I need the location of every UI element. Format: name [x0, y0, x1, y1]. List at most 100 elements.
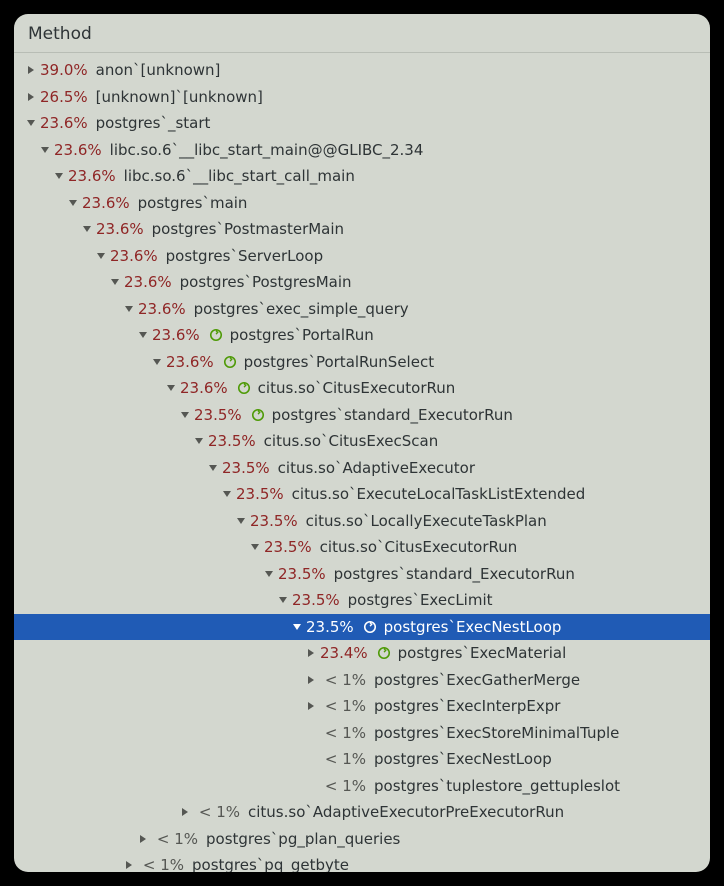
chevron-right-icon[interactable] [304, 702, 318, 710]
percent-value: 23.5% [278, 565, 334, 583]
percent-value: < 1% [320, 724, 374, 742]
tree-row[interactable]: 23.6%postgres`main [14, 190, 710, 217]
tree-row[interactable]: 23.5% postgres`ExecNestLoop [14, 614, 710, 641]
chevron-down-icon[interactable] [220, 490, 234, 498]
chevron-down-icon[interactable] [38, 146, 52, 154]
percent-value: 23.6% [124, 273, 180, 291]
method-label: [unknown]`[unknown] [96, 88, 263, 106]
tree-row[interactable]: < 1%postgres`ExecNestLoop [14, 746, 710, 773]
method-label: postgres`ExecInterpExpr [374, 697, 560, 715]
tree-row[interactable]: < 1%postgres`ExecInterpExpr [14, 693, 710, 720]
tree-row[interactable]: 39.0%anon`[unknown] [14, 57, 710, 84]
chevron-down-icon[interactable] [234, 517, 248, 525]
tree-row[interactable]: 23.6%postgres`PostmasterMain [14, 216, 710, 243]
method-label: postgres`standard_ExecutorRun [272, 406, 513, 424]
tree-row[interactable]: 23.5%citus.so`AdaptiveExecutor [14, 455, 710, 482]
method-label: citus.so`ExecuteLocalTaskListExtended [292, 485, 586, 503]
chevron-down-icon[interactable] [66, 199, 80, 207]
percent-value: 23.6% [82, 194, 138, 212]
percent-value: 23.5% [306, 618, 362, 636]
chevron-down-icon[interactable] [192, 437, 206, 445]
percent-value: 23.6% [54, 141, 110, 159]
method-label: postgres`ExecNestLoop [384, 618, 562, 636]
method-label: postgres`tuplestore_gettupleslot [374, 777, 620, 795]
chevron-right-icon[interactable] [304, 649, 318, 657]
tree-row[interactable]: < 1%postgres`ExecGatherMerge [14, 667, 710, 694]
method-label: citus.so`CitusExecutorRun [258, 379, 456, 397]
percent-value: 39.0% [40, 61, 96, 79]
tree-row[interactable]: 23.6%postgres`exec_simple_query [14, 296, 710, 323]
column-header[interactable]: Method [14, 14, 710, 53]
chevron-down-icon[interactable] [164, 384, 178, 392]
method-label: postgres`main [138, 194, 248, 212]
tree-row[interactable]: 23.6%postgres`_start [14, 110, 710, 137]
chevron-down-icon[interactable] [206, 464, 220, 472]
recursive-icon [362, 619, 378, 635]
chevron-down-icon[interactable] [52, 172, 66, 180]
chevron-down-icon[interactable] [136, 331, 150, 339]
chevron-right-icon[interactable] [24, 93, 38, 101]
method-label: postgres`ExecNestLoop [374, 750, 552, 768]
tree-row[interactable]: 23.6%postgres`ServerLoop [14, 243, 710, 270]
tree-row[interactable]: 23.5%postgres`ExecLimit [14, 587, 710, 614]
percent-value: 23.6% [110, 247, 166, 265]
tree-row[interactable]: < 1%postgres`tuplestore_gettupleslot [14, 773, 710, 800]
chevron-down-icon[interactable] [262, 570, 276, 578]
chevron-down-icon[interactable] [150, 358, 164, 366]
chevron-down-icon[interactable] [24, 119, 38, 127]
tree-row[interactable]: < 1%citus.so`AdaptiveExecutorPreExecutor… [14, 799, 710, 826]
tree-row[interactable]: 23.4% postgres`ExecMaterial [14, 640, 710, 667]
tree-row[interactable]: 23.5%citus.so`ExecuteLocalTaskListExtend… [14, 481, 710, 508]
chevron-right-icon[interactable] [304, 676, 318, 684]
tree-row[interactable]: 23.6%libc.so.6`__libc_start_call_main [14, 163, 710, 190]
method-label: postgres`PostmasterMain [152, 220, 344, 238]
tree-row[interactable]: 23.6%postgres`PostgresMain [14, 269, 710, 296]
percent-value: < 1% [320, 777, 374, 795]
tree-row[interactable]: < 1%postgres`ExecStoreMinimalTuple [14, 720, 710, 747]
percent-value: 23.5% [292, 591, 348, 609]
method-label: postgres`ServerLoop [166, 247, 323, 265]
method-label: postgres`ExecLimit [348, 591, 493, 609]
recursive-icon [376, 645, 392, 661]
tree-row[interactable]: 23.5% postgres`standard_ExecutorRun [14, 402, 710, 429]
chevron-down-icon[interactable] [80, 225, 94, 233]
tree-row[interactable]: 23.5%postgres`standard_ExecutorRun [14, 561, 710, 588]
percent-value: < 1% [194, 803, 248, 821]
chevron-down-icon[interactable] [276, 596, 290, 604]
method-label: postgres`ExecStoreMinimalTuple [374, 724, 619, 742]
tree-row[interactable]: 23.6% postgres`PortalRunSelect [14, 349, 710, 376]
chevron-right-icon[interactable] [24, 66, 38, 74]
percent-value: < 1% [320, 750, 374, 768]
chevron-down-icon[interactable] [178, 411, 192, 419]
percent-value: < 1% [320, 697, 374, 715]
tree-row[interactable]: 23.5%citus.so`CitusExecutorRun [14, 534, 710, 561]
tree-row[interactable]: 26.5%[unknown]`[unknown] [14, 84, 710, 111]
header-title: Method [28, 24, 92, 44]
tree-row[interactable]: 23.5%citus.so`LocallyExecuteTaskPlan [14, 508, 710, 535]
method-label: citus.so`AdaptiveExecutor [278, 459, 475, 477]
chevron-down-icon[interactable] [122, 305, 136, 313]
percent-value: 23.6% [138, 300, 194, 318]
percent-value: 23.6% [68, 167, 124, 185]
tree-row[interactable]: 23.6%libc.so.6`__libc_start_main@@GLIBC_… [14, 137, 710, 164]
tree-row[interactable]: 23.5%citus.so`CitusExecScan [14, 428, 710, 455]
call-tree[interactable]: 39.0%anon`[unknown]26.5%[unknown]`[unkno… [14, 53, 710, 872]
method-label: postgres`exec_simple_query [194, 300, 409, 318]
chevron-right-icon[interactable] [178, 808, 192, 816]
percent-value: 23.4% [320, 644, 376, 662]
tree-row[interactable]: < 1%postgres`pg_plan_queries [14, 826, 710, 853]
tree-row[interactable]: 23.6% postgres`PortalRun [14, 322, 710, 349]
method-label: libc.so.6`__libc_start_main@@GLIBC_2.34 [110, 141, 424, 159]
chevron-down-icon[interactable] [94, 252, 108, 260]
chevron-right-icon[interactable] [122, 861, 136, 869]
chevron-down-icon[interactable] [248, 543, 262, 551]
method-label: postgres`ExecGatherMerge [374, 671, 580, 689]
chevron-right-icon[interactable] [136, 835, 150, 843]
tree-row[interactable]: 23.6% citus.so`CitusExecutorRun [14, 375, 710, 402]
method-label: libc.so.6`__libc_start_call_main [124, 167, 355, 185]
method-label: citus.so`CitusExecScan [264, 432, 439, 450]
chevron-down-icon[interactable] [108, 278, 122, 286]
chevron-down-icon[interactable] [290, 623, 304, 631]
tree-row[interactable]: < 1%postgres`pq_getbyte [14, 852, 710, 872]
percent-value: 23.5% [250, 512, 306, 530]
